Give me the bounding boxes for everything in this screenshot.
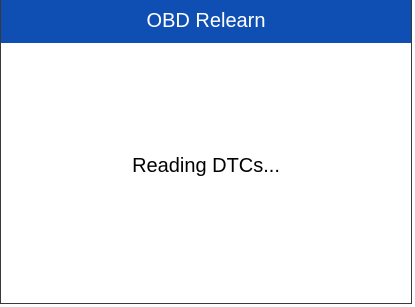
content-area: Reading DTCs... (1, 43, 411, 303)
obd-relearn-screen: OBD Relearn Reading DTCs... (0, 0, 412, 304)
title-bar: OBD Relearn (1, 0, 411, 43)
page-title: OBD Relearn (146, 10, 266, 32)
status-message: Reading DTCs... (132, 154, 280, 177)
